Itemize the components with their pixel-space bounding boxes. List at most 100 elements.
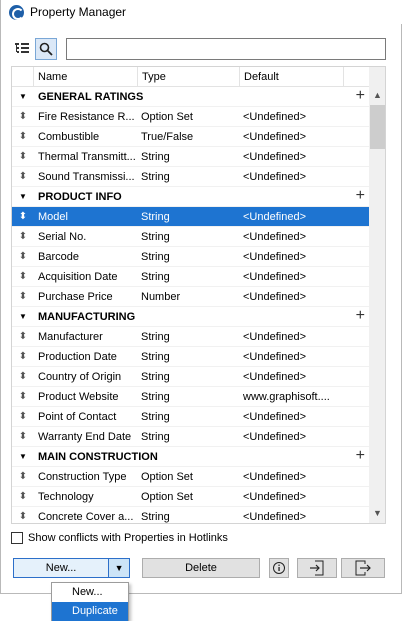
drag-handle-icon[interactable]: ⬍ — [12, 231, 34, 242]
delete-button[interactable]: Delete — [142, 558, 260, 578]
property-row[interactable]: ⬍ Barcode String <Undefined> — [12, 247, 369, 267]
group-label: MANUFACTURING — [38, 310, 136, 323]
group-header[interactable]: ▼ GENERAL RATINGS + — [12, 87, 369, 107]
property-type: String — [141, 170, 170, 183]
search-input[interactable] — [66, 38, 386, 60]
property-name: Construction Type — [38, 470, 127, 483]
group-header[interactable]: ▼ PRODUCT INFO + — [12, 187, 369, 207]
drag-handle-icon[interactable]: ⬍ — [12, 411, 34, 422]
scroll-thumb[interactable] — [370, 105, 385, 149]
property-row[interactable]: ⬍ Acquisition Date String <Undefined> — [12, 267, 369, 287]
property-name: Concrete Cover a... — [38, 510, 134, 523]
collapse-triangle-icon[interactable]: ▼ — [12, 192, 34, 201]
group-label: PRODUCT INFO — [38, 190, 122, 203]
window-title: Property Manager — [30, 5, 127, 19]
drag-handle-icon[interactable]: ⬍ — [12, 471, 34, 482]
property-row[interactable]: ⬍ Thermal Transmitt... String <Undefined> — [12, 147, 369, 167]
add-property-icon[interactable]: + — [356, 188, 365, 204]
bottom-toolbar: New... ▼ Delete — [1, 556, 403, 582]
add-property-icon[interactable]: + — [356, 88, 365, 104]
property-name: Model — [38, 210, 68, 223]
property-row[interactable]: ⬍ Purchase Price Number <Undefined> — [12, 287, 369, 307]
property-type: String — [141, 270, 170, 283]
property-type: Option Set — [141, 490, 193, 503]
search-icon — [39, 42, 53, 56]
property-name: Barcode — [38, 250, 79, 263]
drag-handle-icon[interactable]: ⬍ — [12, 131, 34, 142]
show-conflicts-checkbox[interactable] — [11, 532, 23, 544]
property-row[interactable]: ⬍ Combustible True/False <Undefined> — [12, 127, 369, 147]
property-name: Production Date — [38, 350, 117, 363]
property-default: <Undefined> — [243, 410, 306, 423]
property-name: Manufacturer — [38, 330, 103, 343]
property-type: String — [141, 430, 170, 443]
property-default: <Undefined> — [243, 430, 306, 443]
collapse-triangle-icon[interactable]: ▼ — [12, 312, 34, 321]
column-type[interactable]: Type — [138, 67, 240, 87]
property-row[interactable]: ⬍ Warranty End Date String <Undefined> — [12, 427, 369, 447]
drag-handle-icon[interactable]: ⬍ — [12, 371, 34, 382]
property-row[interactable]: ⬍ Product Website String www.graphisoft.... — [12, 387, 369, 407]
show-conflicts-option[interactable]: Show conflicts with Properties in Hotlin… — [11, 532, 228, 544]
menu-item-new[interactable]: New... — [52, 583, 128, 602]
new-button[interactable]: New... — [14, 559, 108, 577]
search-toggle-button[interactable] — [35, 38, 57, 60]
property-type: String — [141, 350, 170, 363]
drag-handle-icon[interactable]: ⬍ — [12, 391, 34, 402]
property-row[interactable]: ⬍ Concrete Cover a... String <Undefined> — [12, 507, 369, 523]
drag-handle-icon[interactable]: ⬍ — [12, 511, 34, 522]
property-row[interactable]: ⬍ Manufacturer String <Undefined> — [12, 327, 369, 347]
property-default: <Undefined> — [243, 230, 306, 243]
tree-view-button[interactable] — [11, 38, 33, 60]
import-button[interactable] — [297, 558, 337, 578]
property-default: <Undefined> — [243, 130, 306, 143]
menu-item-duplicate[interactable]: Duplicate — [52, 602, 128, 621]
drag-handle-icon[interactable]: ⬍ — [12, 171, 34, 182]
property-row[interactable]: ⬍ Production Date String <Undefined> — [12, 347, 369, 367]
drag-handle-icon[interactable]: ⬍ — [12, 491, 34, 502]
group-header[interactable]: ▼ MAIN CONSTRUCTION + — [12, 447, 369, 467]
property-row[interactable]: ⬍ Construction Type Option Set <Undefined> — [12, 467, 369, 487]
property-default: <Undefined> — [243, 470, 306, 483]
property-row[interactable]: ⬍ Fire Resistance R... Option Set <Undefine… — [12, 107, 369, 127]
drag-handle-icon[interactable]: ⬍ — [12, 291, 34, 302]
column-name[interactable]: Name — [34, 67, 138, 87]
property-row[interactable]: ⬍ Point of Contact String <Undefined> — [12, 407, 369, 427]
property-row[interactable]: ⬍ Serial No. String <Undefined> — [12, 227, 369, 247]
property-default: <Undefined> — [243, 290, 306, 303]
property-row[interactable]: ⬍ Country of Origin String <Undefined> — [12, 367, 369, 387]
new-dropdown-arrow-icon[interactable]: ▼ — [108, 559, 129, 577]
scroll-up-icon[interactable]: ▲ — [369, 87, 385, 103]
scroll-down-icon[interactable]: ▼ — [369, 505, 385, 521]
property-row[interactable]: ⬍ Sound Transmissi... String <Undefined> — [12, 167, 369, 187]
drag-handle-icon[interactable]: ⬍ — [12, 111, 34, 122]
property-type: String — [141, 410, 170, 423]
property-default: www.graphisoft.... — [243, 390, 330, 403]
drag-handle-icon[interactable]: ⬍ — [12, 151, 34, 162]
new-split-button[interactable]: New... ▼ — [13, 558, 130, 578]
add-property-icon[interactable]: + — [356, 308, 365, 324]
property-default: <Undefined> — [243, 150, 306, 163]
collapse-triangle-icon[interactable]: ▼ — [12, 452, 34, 461]
vertical-scrollbar[interactable]: ▲ ▼ — [369, 67, 385, 523]
show-conflicts-label: Show conflicts with Properties in Hotlin… — [28, 532, 228, 544]
drag-handle-icon[interactable]: ⬍ — [12, 271, 34, 282]
archicad-logo-icon — [9, 4, 24, 20]
export-button[interactable] — [341, 558, 385, 578]
drag-handle-icon[interactable]: ⬍ — [12, 251, 34, 262]
column-default[interactable]: Default — [240, 67, 344, 87]
add-property-icon[interactable]: + — [356, 448, 365, 464]
property-name: Point of Contact — [38, 410, 117, 423]
property-row[interactable]: ⬍ Model String <Undefined> — [12, 207, 369, 227]
group-header[interactable]: ▼ MANUFACTURING + — [12, 307, 369, 327]
property-name: Fire Resistance R... — [38, 110, 135, 123]
property-name: Warranty End Date — [38, 430, 132, 443]
drag-handle-icon[interactable]: ⬍ — [12, 211, 34, 222]
property-row[interactable]: ⬍ Technology Option Set <Undefined> — [12, 487, 369, 507]
property-type: String — [141, 510, 170, 523]
drag-handle-icon[interactable]: ⬍ — [12, 331, 34, 342]
drag-handle-icon[interactable]: ⬍ — [12, 351, 34, 362]
collapse-triangle-icon[interactable]: ▼ — [12, 92, 34, 101]
info-button[interactable] — [269, 558, 289, 578]
drag-handle-icon[interactable]: ⬍ — [12, 431, 34, 442]
